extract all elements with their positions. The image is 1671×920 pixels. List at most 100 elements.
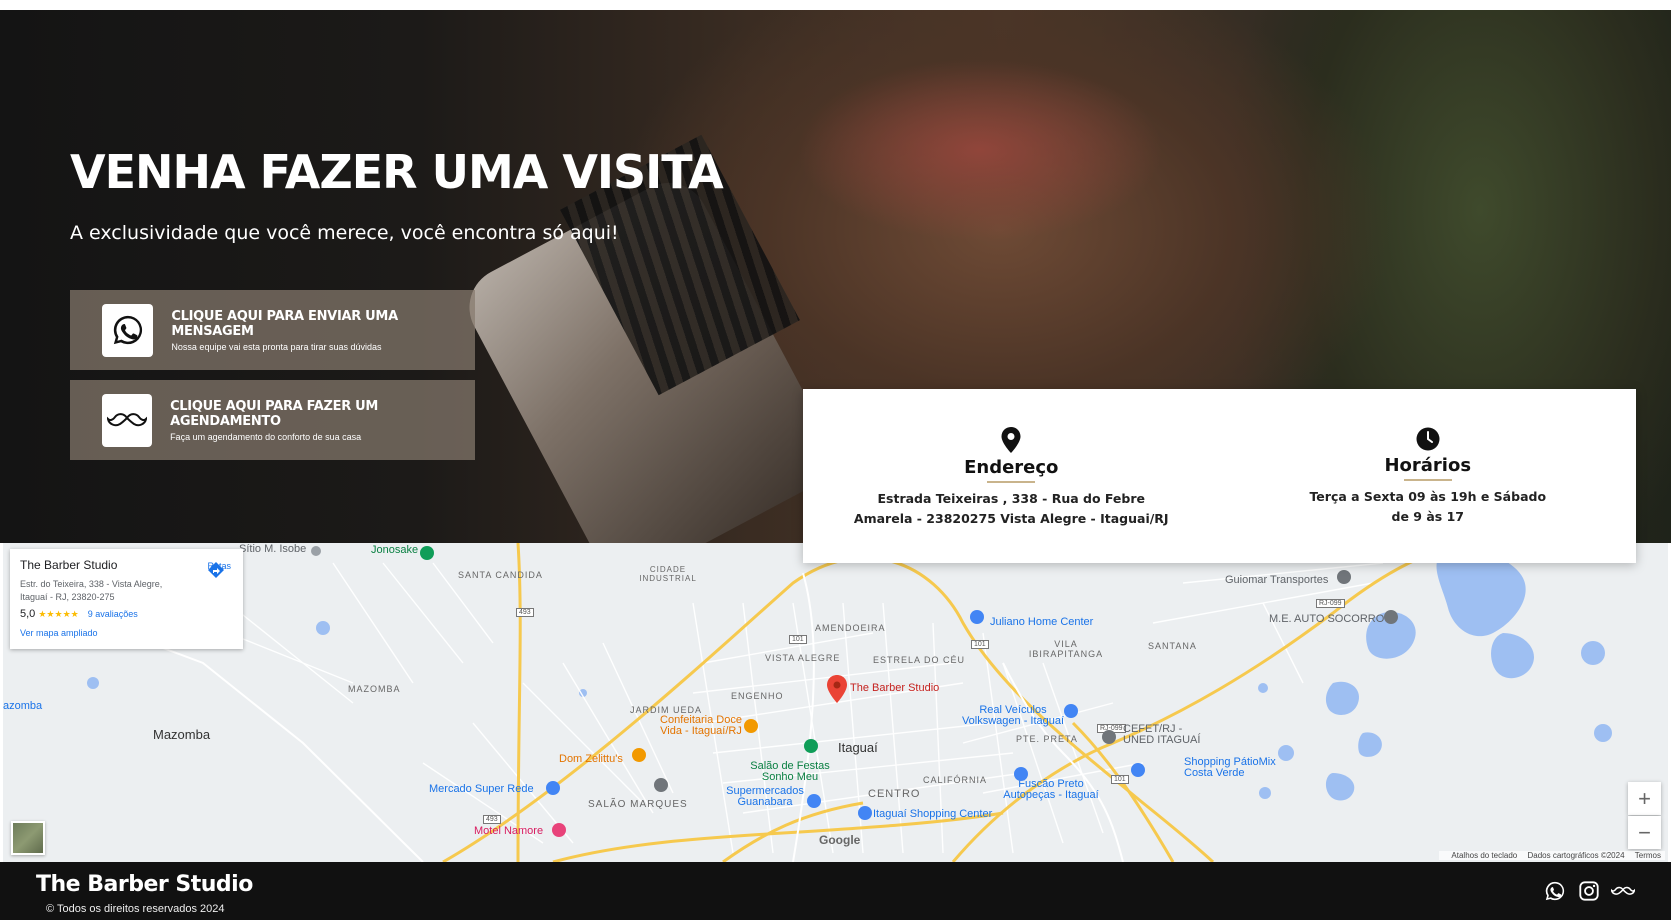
reviews-link[interactable]: 9 avaliações — [88, 609, 138, 619]
place-pin-icon[interactable] — [1336, 569, 1352, 585]
mustache-icon[interactable] — [1611, 879, 1635, 903]
booking-cta-desc: Faça um agendamento do conforto de sua c… — [170, 431, 362, 442]
map-label: azomba — [3, 700, 43, 712]
hours-title: Horários — [1384, 455, 1472, 476]
map-label[interactable]: Juliano Home Center — [990, 616, 1093, 628]
map-label[interactable]: Salão de Festas Sonho Meu — [750, 761, 830, 783]
place-pin-icon[interactable] — [419, 545, 435, 561]
food-pin-icon[interactable] — [631, 747, 647, 763]
map-label: CENTRO — [868, 788, 921, 800]
shop-pin-icon[interactable] — [969, 609, 985, 625]
hero-title: VENHA FAZER UMA VISITA — [70, 145, 724, 199]
food-pin-icon[interactable] — [743, 718, 759, 734]
hotel-pin-icon[interactable] — [551, 822, 567, 838]
map-attribution: Atalhos do teclado Dados cartográficos ©… — [1439, 851, 1665, 860]
map-place-card: The Barber Studio Estr. do Teixeira, 338… — [10, 549, 243, 649]
place-pin-icon[interactable] — [1383, 609, 1399, 625]
social-links — [1543, 879, 1635, 903]
whatsapp-cta-title: CLIQUE AQUI PARA ENVIAR UMA MENSAGEM — [171, 308, 398, 339]
directions-button[interactable]: Rotas — [207, 561, 231, 578]
map-label[interactable]: Guiomar Transportes — [1225, 574, 1328, 586]
map-label: CIDADE INDUSTRIAL — [639, 565, 697, 583]
footer: The Barber Studio © Todos os direitos re… — [0, 862, 1671, 920]
google-logo: Google — [819, 833, 861, 847]
whatsapp-message-button[interactable]: CLIQUE AQUI PARA ENVIAR UMA MENSAGEM Nos… — [70, 290, 475, 370]
address-block: Endereço Estrada Teixeiras , 338 - Rua d… — [803, 389, 1220, 563]
place-pin-icon[interactable] — [310, 545, 322, 557]
hours-underline — [1403, 479, 1452, 481]
whatsapp-icon[interactable] — [1543, 879, 1567, 903]
map-label: VISTA ALEGRE — [765, 653, 841, 663]
info-card: Endereço Estrada Teixeiras , 338 - Rua d… — [803, 389, 1636, 563]
map-label-barber-studio[interactable]: The Barber Studio — [850, 682, 939, 694]
place-name: The Barber Studio — [20, 558, 118, 572]
road-shield: 493 — [483, 815, 501, 824]
map-label[interactable]: Mercado Super Rede — [429, 783, 534, 795]
road-shield: 101 — [789, 635, 807, 644]
road-shield: RJ-099 — [1316, 599, 1345, 608]
map-label: AMENDOEIRA — [815, 623, 886, 633]
directions-icon — [208, 562, 225, 578]
satellite-toggle[interactable] — [11, 821, 45, 855]
zoom-in-button[interactable]: + — [1628, 782, 1661, 815]
road-shield: 101 — [1111, 775, 1129, 784]
map-label: PTE. PRETA — [1016, 734, 1078, 744]
hero-subtitle: A exclusividade que você merece, você en… — [70, 222, 619, 244]
shop-pin-icon[interactable] — [1130, 762, 1146, 778]
location-pin-icon — [1001, 427, 1021, 453]
map-label[interactable]: Dom Zelittu's — [559, 753, 623, 765]
whatsapp-icon — [102, 303, 154, 357]
school-pin-icon[interactable] — [1101, 729, 1117, 745]
map-label: Itaguaí — [838, 740, 878, 755]
map-label: SANTANA — [1148, 641, 1197, 651]
address-line1: Estrada Teixeiras , 338 - Rua do Febre — [877, 491, 1146, 506]
map-label[interactable]: Supermercados Guanabara — [720, 786, 810, 808]
map-label[interactable]: Real Veículos Volkswagen - Itaguaí — [953, 705, 1073, 727]
map-label[interactable]: M.E. AUTO SOCORRO — [1269, 613, 1384, 625]
map-label: ENGENHO — [731, 691, 784, 701]
google-map[interactable]: 493 101 101 RJ-099 RJ-099 101 493 Sítio … — [3, 543, 1668, 862]
barber-studio-marker-icon[interactable] — [826, 675, 848, 703]
map-label[interactable]: Fuscão Preto Autopeças - Itaguaí — [1001, 779, 1101, 801]
whatsapp-cta-desc: Nossa equipe vai esta pronta para tirar … — [171, 341, 382, 352]
place-pin-icon[interactable] — [653, 777, 669, 793]
terms-link[interactable]: Termos — [1635, 851, 1661, 860]
map-label: Mazomba — [153, 727, 211, 742]
shop-pin-icon[interactable] — [806, 793, 822, 809]
map-label: MAZOMBA — [348, 684, 401, 694]
instagram-icon[interactable] — [1577, 879, 1601, 903]
map-label[interactable]: Shopping PátioMix Costa Verde — [1184, 757, 1284, 779]
place-rating: 5,0 ★★★★★ 9 avaliações — [20, 608, 233, 620]
map-label[interactable]: Itaguaí Shopping Center — [873, 808, 992, 820]
hours-line2: de 9 às 17 — [1391, 509, 1464, 524]
event-pin-icon[interactable] — [803, 738, 819, 754]
footer-brand: The Barber Studio — [36, 872, 253, 897]
road-shield: 493 — [516, 608, 534, 617]
shop-pin-icon[interactable] — [1013, 766, 1029, 782]
place-address: Estr. do Teixeira, 338 - Vista Alegre, I… — [20, 579, 163, 602]
booking-button[interactable]: CLIQUE AQUI PARA FAZER UM AGENDAMENTO Fa… — [70, 380, 475, 460]
top-bar — [0, 0, 1671, 10]
map-label: Jonosake — [371, 544, 419, 556]
shop-pin-icon[interactable] — [1063, 703, 1079, 719]
map-label: SALÃO MARQUES — [588, 799, 688, 810]
map-label[interactable]: CEFET/RJ - UNED ITAGUAÍ — [1123, 724, 1213, 746]
zoom-out-button[interactable]: − — [1628, 816, 1661, 849]
view-larger-map-link[interactable]: Ver mapa ampliado — [20, 628, 233, 638]
map-label: SANTA CANDIDA — [458, 570, 543, 580]
keyboard-shortcuts-link[interactable]: Atalhos do teclado — [1451, 851, 1517, 860]
shop-pin-icon[interactable] — [857, 805, 873, 821]
road-shield: 101 — [971, 640, 989, 649]
address-line2: Amarela - 23820275 Vista Alegre - Itagua… — [853, 511, 1169, 526]
rating-value: 5,0 — [20, 608, 36, 620]
hours-text: Terça a Sexta 09 às 19h e Sábado de 9 às … — [1309, 487, 1546, 527]
map-label: CALIFÓRNIA — [923, 775, 988, 785]
mustache-icon — [102, 393, 153, 447]
address-title: Endereço — [964, 457, 1059, 478]
map-label: VILA IBIRAPITANGA — [1028, 639, 1104, 659]
rating-stars: ★★★★★ — [38, 609, 79, 619]
shop-pin-icon[interactable] — [545, 780, 561, 796]
address-text: Estrada Teixeiras , 338 - Rua do Febre Am… — [854, 489, 1169, 529]
map-label[interactable]: Motel Namore — [474, 825, 543, 837]
map-label[interactable]: Confeitaria Doce Vida - Itaguaí/RJ — [651, 715, 751, 737]
